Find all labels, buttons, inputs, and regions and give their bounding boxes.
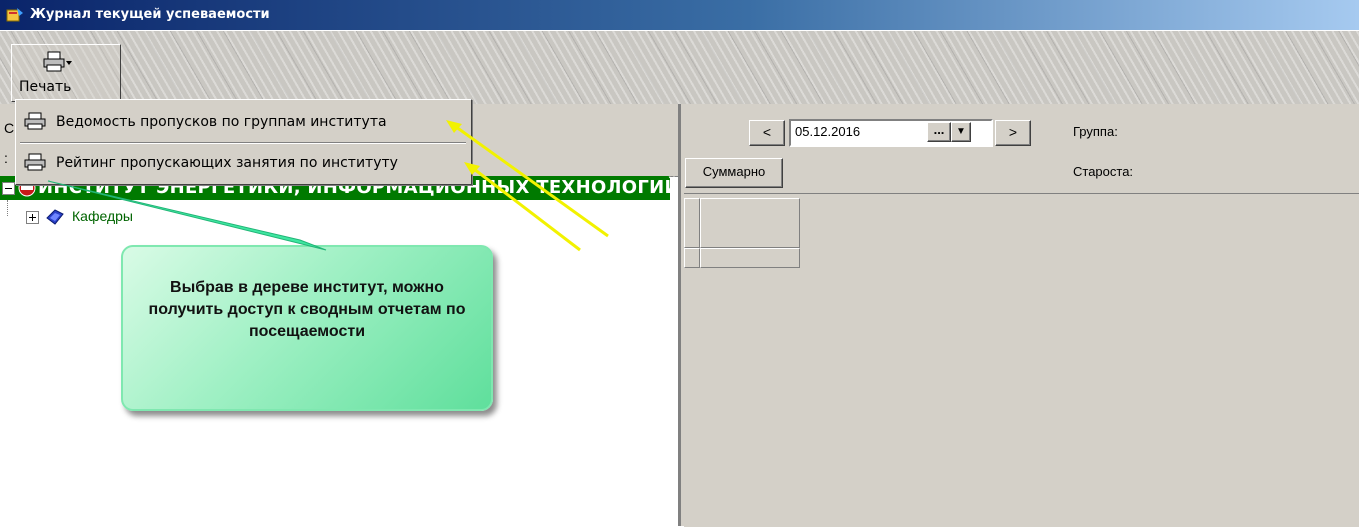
attendance-grid[interactable] (684, 193, 1359, 527)
annotation-callout: Выбрав в дереве институт, можно получить… (121, 245, 493, 411)
menu-item-absence-report[interactable]: Ведомость пропусков по группам института (18, 104, 468, 140)
tree-item-departments[interactable]: Кафедры (26, 207, 266, 227)
title-bar: Журнал текущей успеваемости (0, 0, 1359, 30)
tree-connector (7, 200, 8, 216)
headman-label: Староста: (1073, 164, 1134, 179)
expand-icon[interactable] (26, 211, 39, 224)
header-fragment-1: С (4, 120, 15, 136)
app-icon (6, 8, 23, 22)
print-button-label: Печать (19, 79, 72, 95)
menu-item-label: Ведомость пропусков по группам института (56, 114, 387, 130)
window-title: Журнал текущей успеваемости (30, 7, 270, 22)
grid-corner-cell (684, 198, 700, 248)
menu-item-label: Рейтинг пропускающих занятия по институт… (56, 155, 398, 171)
date-value: 05.12.2016 (795, 124, 861, 139)
print-menu: Ведомость пропусков по группам института… (15, 99, 472, 185)
next-date-button[interactable]: > (995, 120, 1031, 146)
grid-header-cell (700, 198, 800, 248)
group-label: Группа: (1073, 124, 1118, 139)
menu-item-truancy-rating[interactable]: Рейтинг пропускающих занятия по институт… (18, 145, 468, 181)
header-fragment-2: : (4, 150, 8, 166)
dropdown-arrow-icon[interactable]: ▼ (951, 122, 971, 142)
grid-row-header (684, 248, 700, 268)
journal-panel: < 05.12.2016 ... ▼ > Группа: Староста: С… (681, 104, 1359, 527)
toolbar: Печать (0, 30, 1359, 107)
date-picker-button[interactable]: ... (927, 122, 951, 142)
printer-icon (24, 153, 46, 171)
print-button[interactable]: Печать (11, 44, 121, 102)
printer-icon (24, 112, 46, 130)
book-icon (46, 209, 64, 225)
callout-text: Выбрав в дереве институт, можно получить… (148, 279, 466, 340)
collapse-icon[interactable] (2, 182, 15, 195)
tree-child-label: Кафедры (72, 208, 133, 224)
summary-button[interactable]: Суммарно (685, 158, 783, 188)
prev-date-button[interactable]: < (749, 120, 785, 146)
grid-cell[interactable] (700, 248, 800, 268)
date-field[interactable]: 05.12.2016 ... ▼ (789, 119, 993, 147)
printer-icon (43, 51, 72, 72)
menu-separator (20, 142, 466, 144)
